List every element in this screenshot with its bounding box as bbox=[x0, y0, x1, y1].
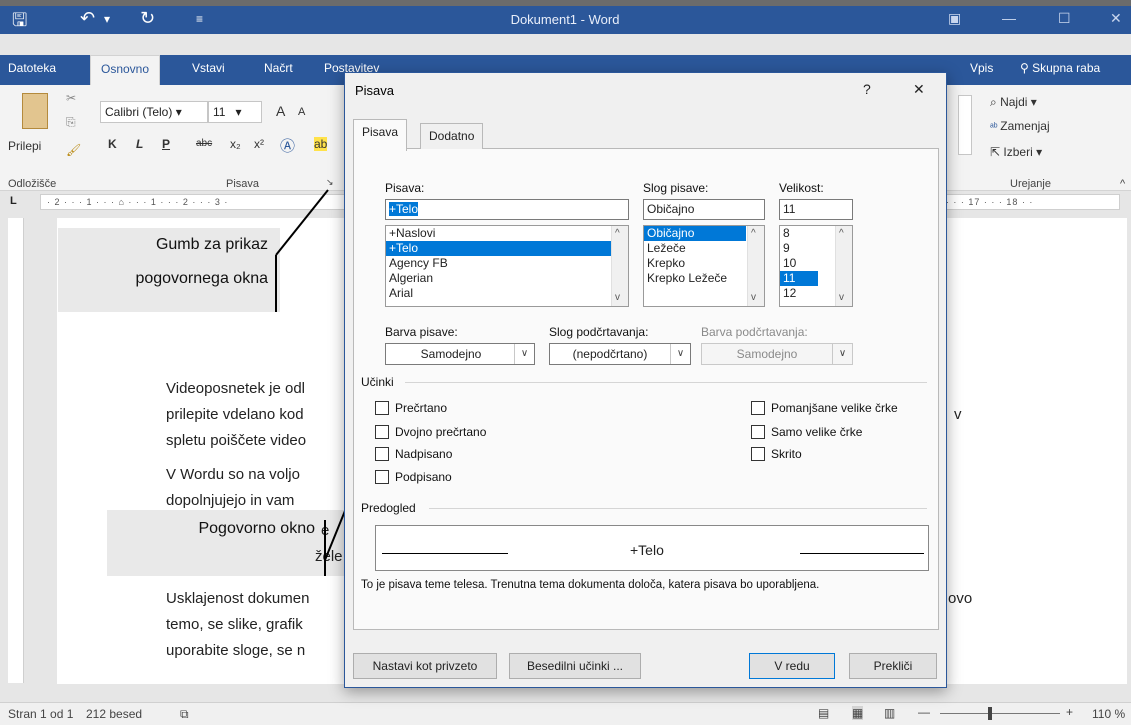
list-item[interactable]: Arial bbox=[386, 286, 628, 301]
superscript-checkbox[interactable] bbox=[375, 447, 389, 461]
list-item[interactable]: Algerian bbox=[386, 271, 628, 286]
tab-font-label: Pisava bbox=[362, 125, 399, 139]
tab-advanced-label: Dodatno bbox=[429, 129, 475, 143]
list-item[interactable]: 11 bbox=[780, 271, 818, 286]
style-input-value: Običajno bbox=[647, 202, 695, 216]
strikethrough-checkbox[interactable] bbox=[375, 401, 389, 415]
size-label: Velikost: bbox=[779, 181, 824, 195]
small-caps-label[interactable]: Pomanjšane velike črke bbox=[771, 401, 898, 415]
list-item[interactable]: +Telo bbox=[386, 241, 628, 256]
font-dialog: Pisava ? ✕ Pisava Dodatno Pisava: +Telo … bbox=[344, 72, 947, 688]
list-item[interactable]: Agency FB bbox=[386, 256, 628, 271]
text-effects-button[interactable]: Besedilni učinki ... bbox=[509, 653, 641, 679]
size-list[interactable]: 8 9 10 11 12 ^ v bbox=[779, 225, 853, 307]
size-list-scrollbar[interactable]: ^ v bbox=[835, 226, 852, 306]
tab-advanced[interactable]: Dodatno bbox=[420, 123, 484, 149]
underline-color-label: Barva podčrtavanja: bbox=[701, 325, 808, 339]
status-bar: Stran 1 od 1 212 besed ⧉ ▤ ▦ ▥ — + 110 % bbox=[0, 702, 1131, 725]
divider bbox=[405, 382, 927, 383]
read-mode-icon[interactable]: ▤ bbox=[818, 706, 829, 720]
hidden-label[interactable]: Skrito bbox=[771, 447, 802, 461]
list-item[interactable]: Krepko bbox=[644, 256, 764, 271]
font-color-select[interactable]: Samodejno ∨ bbox=[385, 343, 535, 365]
list-item[interactable]: Ležeče bbox=[644, 241, 764, 256]
superscript-label[interactable]: Nadpisano bbox=[395, 447, 452, 461]
dialog-title: Pisava bbox=[355, 83, 395, 98]
style-label: Slog pisave: bbox=[643, 181, 709, 195]
divider bbox=[429, 508, 927, 509]
zoom-slider-thumb[interactable] bbox=[988, 707, 992, 720]
all-caps-label[interactable]: Samo velike črke bbox=[771, 425, 862, 439]
underline-style-select[interactable]: (nepodčrtano) ∨ bbox=[549, 343, 691, 365]
cancel-button[interactable]: Prekliči bbox=[849, 653, 937, 679]
preview-note: To je pisava teme telesa. Trenutna tema … bbox=[361, 579, 820, 591]
font-input-value: +Telo bbox=[389, 202, 419, 216]
preview-label: Predogled bbox=[361, 501, 416, 515]
double-strikethrough-label[interactable]: Dvojno prečrtano bbox=[395, 425, 486, 439]
preview-baseline bbox=[800, 553, 924, 554]
underline-color-select[interactable]: Samodejno ∨ bbox=[701, 343, 853, 365]
proofing-icon[interactable]: ⧉ bbox=[180, 707, 189, 722]
chevron-down-icon: ∨ bbox=[670, 344, 690, 364]
word-count[interactable]: 212 besed bbox=[86, 707, 142, 721]
underline-style-label: Slog podčrtavanja: bbox=[549, 325, 649, 339]
effects-label: Učinki bbox=[361, 375, 394, 389]
set-as-default-button[interactable]: Nastavi kot privzeto bbox=[353, 653, 497, 679]
tab-font[interactable]: Pisava bbox=[353, 119, 408, 151]
preview-box: +Telo bbox=[375, 525, 929, 571]
size-input-value: 11 bbox=[783, 202, 796, 216]
list-item[interactable]: +Naslovi bbox=[386, 226, 628, 241]
chevron-down-icon: ∨ bbox=[514, 344, 534, 364]
hidden-checkbox[interactable] bbox=[751, 447, 765, 461]
font-list[interactable]: +Naslovi +Telo Agency FB Algerian Arial … bbox=[385, 225, 629, 307]
help-button[interactable]: ? bbox=[863, 81, 871, 97]
preview-text: +Telo bbox=[630, 542, 664, 558]
font-input[interactable]: +Telo bbox=[385, 199, 629, 220]
style-list[interactable]: Običajno Ležeče Krepko Krepko Ležeče ^ v bbox=[643, 225, 765, 307]
all-caps-checkbox[interactable] bbox=[751, 425, 765, 439]
small-caps-checkbox[interactable] bbox=[751, 401, 765, 415]
style-input[interactable]: Običajno bbox=[643, 199, 765, 220]
web-layout-icon[interactable]: ▥ bbox=[884, 706, 895, 720]
font-list-scrollbar[interactable]: ^ v bbox=[611, 226, 628, 306]
close-dialog-button[interactable]: ✕ bbox=[913, 81, 925, 98]
double-strikethrough-checkbox[interactable] bbox=[375, 425, 389, 439]
subscript-checkbox[interactable] bbox=[375, 470, 389, 484]
ok-button[interactable]: V redu bbox=[749, 653, 835, 679]
zoom-slider[interactable] bbox=[940, 713, 1060, 714]
zoom-level[interactable]: 110 % bbox=[1092, 707, 1125, 721]
zoom-out-icon[interactable]: — bbox=[918, 705, 930, 719]
style-list-scrollbar[interactable]: ^ v bbox=[747, 226, 764, 306]
zoom-in-icon[interactable]: + bbox=[1066, 705, 1073, 719]
underline-style-value: (nepodčrtano) bbox=[572, 347, 648, 361]
underline-color-value: Samodejno bbox=[736, 347, 798, 361]
list-item[interactable]: Krepko Ležeče bbox=[644, 271, 764, 286]
size-input[interactable]: 11 bbox=[779, 199, 853, 220]
font-label: Pisava: bbox=[385, 181, 425, 195]
font-color-value: Samodejno bbox=[420, 347, 482, 361]
list-item[interactable]: Običajno bbox=[644, 226, 746, 241]
page-count[interactable]: Stran 1 od 1 bbox=[8, 707, 73, 721]
font-color-label: Barva pisave: bbox=[385, 325, 458, 339]
chevron-down-icon: ∨ bbox=[832, 344, 852, 364]
preview-baseline bbox=[382, 553, 508, 554]
strikethrough-label[interactable]: Prečrtano bbox=[395, 401, 447, 415]
print-layout-icon[interactable]: ▦ bbox=[852, 706, 864, 720]
subscript-label[interactable]: Podpisano bbox=[395, 470, 452, 484]
